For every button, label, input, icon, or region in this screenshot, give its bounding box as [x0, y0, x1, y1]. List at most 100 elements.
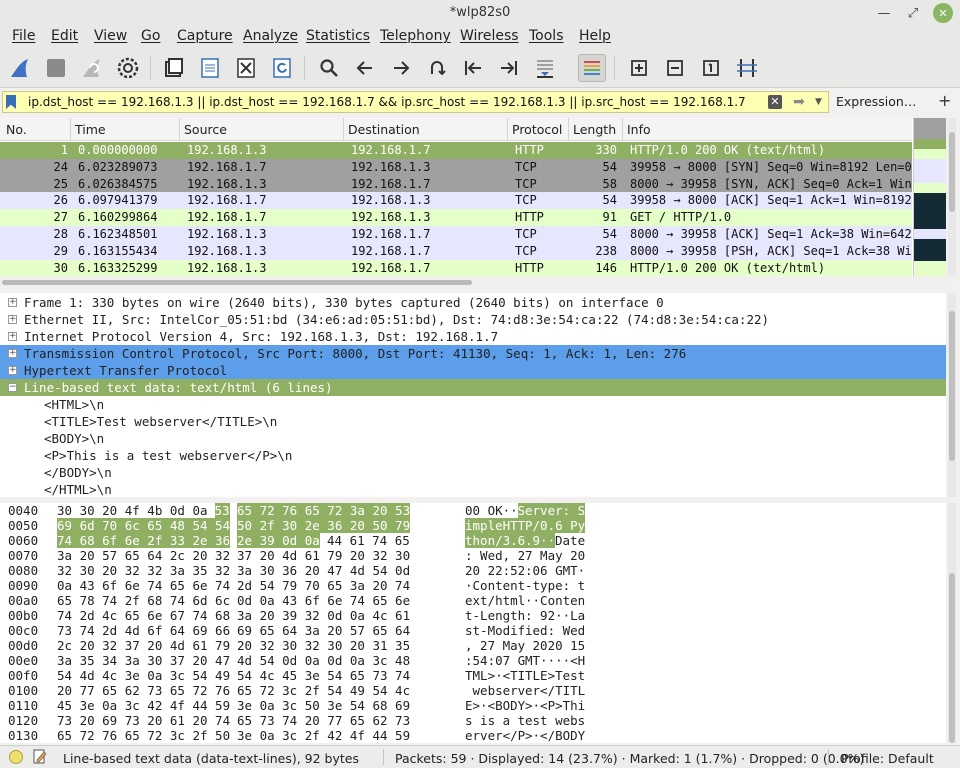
column-divider[interactable] [507, 118, 508, 141]
go-back-icon[interactable] [351, 54, 379, 82]
hex-row[interactable]: 00a0 65 78 74 2f 68 74 6d 6c 0d 0a 43 6f 6… [0, 593, 946, 608]
first-packet-icon[interactable] [459, 54, 487, 82]
display-filter-input[interactable]: ip.dst_host == 192.168.1.3 || ip.dst_hos… [2, 91, 829, 113]
expand-icon[interactable]: + [8, 332, 17, 341]
colorize-icon[interactable] [578, 54, 606, 82]
expand-icon[interactable]: + [8, 315, 17, 324]
maximize-icon[interactable]: ⤢ [903, 3, 923, 23]
column-time[interactable]: Time [75, 122, 106, 137]
menu-help[interactable]: Help [579, 28, 611, 44]
open-file-icon[interactable] [160, 54, 188, 82]
packet-row[interactable]: 24 6.023289073 192.168.1.7 192.168.1.3 TCP 54… [0, 158, 912, 176]
hex-row[interactable]: 0080 32 30 20 32 32 3a 35 32 3a 30 36 20 4… [0, 563, 946, 578]
column-divider[interactable] [568, 118, 569, 141]
hex-row[interactable]: 00d0 2c 20 32 37 20 4d 61 79 20 32 30 32 3… [0, 638, 946, 653]
detail-tree-item[interactable]: + Frame 1: 330 bytes on wire (2640 bits),… [0, 294, 946, 311]
packet-list-horizontal-scrollbar[interactable] [0, 278, 946, 287]
detail-tree-item[interactable]: + Transmission Control Protocol, Src Port… [0, 345, 946, 362]
packet-details-scrollbar[interactable] [948, 293, 956, 497]
packet-minimap[interactable] [913, 118, 946, 276]
bookmark-icon[interactable] [6, 95, 16, 109]
expand-icon[interactable]: + [8, 349, 17, 358]
zoom-in-icon[interactable] [625, 54, 653, 82]
minimize-icon[interactable]: — [874, 3, 894, 23]
expand-icon[interactable]: + [8, 366, 17, 375]
menu-telephony[interactable]: Telephony [380, 28, 451, 44]
restart-capture-icon[interactable] [78, 54, 106, 82]
column-divider[interactable] [70, 118, 71, 141]
reload-file-icon[interactable] [268, 54, 296, 82]
find-packet-icon[interactable] [315, 54, 343, 82]
detail-tree-item[interactable]: <HTML>\n [0, 396, 946, 413]
packet-list-vertical-scrollbar[interactable] [948, 118, 956, 276]
packet-row[interactable]: 30 6.163325299 192.168.1.3 192.168.1.7 HTTP 1… [0, 259, 912, 276]
collapse-icon[interactable]: − [8, 383, 17, 392]
column-source[interactable]: Source [184, 122, 227, 137]
expert-info-icon[interactable] [9, 750, 23, 764]
detail-tree-item[interactable]: + Hypertext Transfer Protocol [0, 362, 946, 379]
detail-tree-item[interactable]: + Internet Protocol Version 4, Src: 192.1… [0, 328, 946, 345]
last-packet-icon[interactable] [495, 54, 523, 82]
capture-options-icon[interactable] [114, 54, 142, 82]
go-forward-icon[interactable] [387, 54, 415, 82]
hex-row[interactable]: 0050 69 6d 70 6c 65 48 54 54 50 2f 30 2e 3… [0, 518, 946, 533]
detail-tree-item[interactable]: </HTML>\n [0, 481, 946, 497]
detail-tree-item[interactable]: <P>This is a test webserver</P>\n [0, 447, 946, 464]
column-divider[interactable] [179, 118, 180, 141]
hex-row[interactable]: 0130 65 72 76 65 72 3c 2f 50 3e 0a 3c 2f 4… [0, 728, 946, 743]
zoom-out-icon[interactable] [661, 54, 689, 82]
column-length[interactable]: Length [573, 122, 616, 137]
scroll-thumb[interactable] [949, 573, 955, 743]
packet-row[interactable]: 1 0.000000000 192.168.1.3 192.168.1.7 HTTP 33… [0, 142, 912, 159]
packet-row[interactable]: 26 6.097941379 192.168.1.7 192.168.1.3 TCP 54… [0, 192, 912, 210]
scroll-thumb[interactable] [949, 311, 955, 461]
shark-fin-start-icon[interactable] [6, 54, 34, 82]
detail-tree-item[interactable]: − Line-based text data: text/html (6 line… [0, 379, 946, 396]
packet-row[interactable]: 25 6.026384575 192.168.1.3 192.168.1.7 TCP 58… [0, 175, 912, 193]
save-file-icon[interactable] [196, 54, 224, 82]
packet-row[interactable]: 28 6.162348501 192.168.1.3 192.168.1.7 TCP 54… [0, 226, 912, 243]
menu-edit[interactable]: Edit [51, 28, 78, 44]
hex-row[interactable]: 0090 0a 43 6f 6e 74 65 6e 74 2d 54 79 70 6… [0, 578, 946, 593]
expand-icon[interactable]: + [8, 298, 17, 307]
close-window-icon[interactable]: ✕ [933, 3, 953, 23]
hex-row[interactable]: 0070 3a 20 57 65 64 2c 20 32 37 20 4d 61 7… [0, 548, 946, 563]
add-filter-button[interactable]: + [938, 91, 951, 110]
menu-view[interactable]: View [94, 28, 127, 44]
menu-analyze[interactable]: Analyze [243, 28, 298, 44]
column-protocol[interactable]: Protocol [512, 122, 562, 137]
scroll-thumb[interactable] [949, 132, 955, 212]
hex-row[interactable]: 0100 20 77 65 62 73 65 72 76 65 72 3c 2f 5… [0, 683, 946, 698]
packet-bytes-scrollbar[interactable] [948, 503, 956, 743]
scroll-thumb[interactable] [2, 280, 472, 285]
filter-history-dropdown-icon[interactable]: ▼ [815, 95, 827, 109]
resize-columns-icon[interactable] [733, 54, 761, 82]
apply-filter-icon[interactable]: ➡ [786, 94, 812, 110]
detail-tree-item[interactable]: <TITLE>Test webserver</TITLE>\n [0, 413, 946, 430]
close-file-icon[interactable] [232, 54, 260, 82]
hex-row[interactable]: 00f0 54 4d 4c 3e 0a 3c 54 49 54 4c 45 3e 5… [0, 668, 946, 683]
column-divider[interactable] [622, 118, 623, 141]
menu-file[interactable]: File [12, 28, 35, 44]
detail-tree-item[interactable]: <BODY>\n [0, 430, 946, 447]
column-no[interactable]: No. [6, 122, 27, 137]
hex-row[interactable]: 0120 73 20 69 73 20 61 20 74 65 73 74 20 7… [0, 713, 946, 728]
hex-row[interactable]: 00c0 73 74 2d 4d 6f 64 69 66 69 65 64 3a 2… [0, 623, 946, 638]
menu-tools[interactable]: Tools [529, 28, 564, 44]
hex-row[interactable]: 0060 74 68 6f 6e 2f 33 2e 36 2e 39 0d 0a 44… [0, 533, 946, 548]
menu-go[interactable]: Go [141, 28, 160, 44]
status-profile[interactable]: Profile: Default [841, 751, 934, 766]
detail-tree-item[interactable]: </BODY>\n [0, 464, 946, 481]
packet-row[interactable]: 29 6.163155434 192.168.1.3 192.168.1.7 TCP 23… [0, 242, 912, 260]
column-divider[interactable] [343, 118, 344, 141]
capture-comment-icon[interactable] [33, 749, 47, 765]
hex-row[interactable]: 00e0 3a 35 34 3a 30 37 20 47 4d 54 0d 0a 0… [0, 653, 946, 668]
detail-tree-item[interactable]: + Ethernet II, Src: IntelCor_05:51:bd (34… [0, 311, 946, 328]
menu-wireless[interactable]: Wireless [460, 28, 519, 44]
packet-row[interactable]: 27 6.160299864 192.168.1.7 192.168.1.3 HTTP 9… [0, 209, 912, 227]
hex-row[interactable]: 00b0 74 2d 4c 65 6e 67 74 68 3a 20 39 32 0… [0, 608, 946, 623]
stop-capture-icon[interactable] [42, 54, 70, 82]
column-destination[interactable]: Destination [348, 122, 420, 137]
normal-size-icon[interactable] [697, 54, 725, 82]
autoscroll-icon[interactable] [531, 54, 559, 82]
